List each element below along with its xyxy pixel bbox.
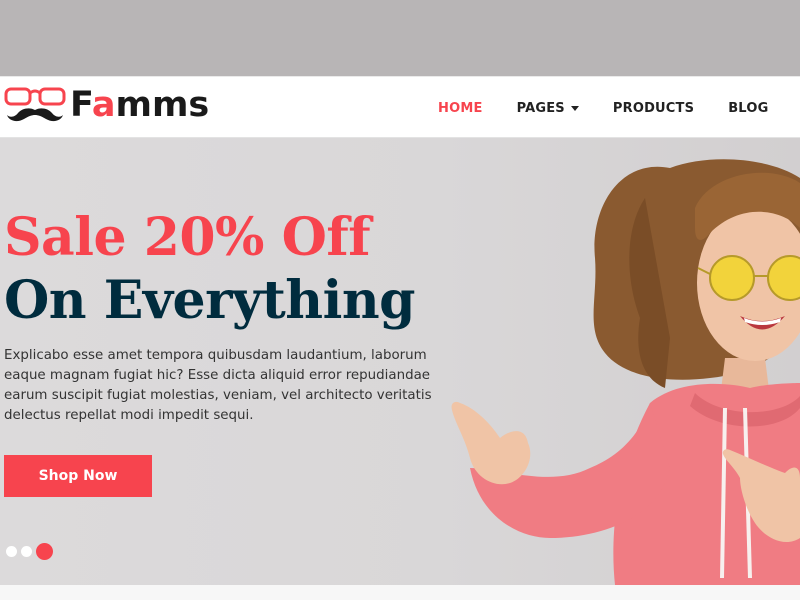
hero-headline-everything: On Everything [4,270,416,331]
nav-pages[interactable]: PAGES [517,101,579,116]
hero-description: Explicabo esse amet tempora quibusdam la… [4,348,432,423]
hero-model-image [451,159,800,585]
brand-name-accent: a [91,84,116,125]
caret-down-icon [570,105,579,111]
navbar: Famms HOME PAGES PRODUCTS BLOG C [0,76,800,138]
brand-name: Famms [70,84,210,125]
slider-dot-3[interactable] [36,543,53,560]
glasses-mustache-icon [4,87,66,122]
page-below-hero [0,585,800,600]
nav-blog[interactable]: BLOG [728,101,768,116]
shop-now-button[interactable]: Shop Now [4,455,152,497]
slider-dot-2[interactable] [21,546,32,557]
hero-headline-sale: Sale 20% Off [4,207,371,268]
nav-pages-label: PAGES [516,100,565,116]
nav-products[interactable]: PRODUCTS [613,101,694,116]
slider-indicators [6,543,57,560]
brand-logo[interactable]: Famms [4,85,209,125]
slider-dot-1[interactable] [6,546,17,557]
main-nav: HOME PAGES PRODUCTS BLOG C [438,77,800,139]
browser-top-area [0,0,800,76]
hero-slider: Sale 20% Off On Everything Explicabo ess… [0,138,800,585]
nav-home[interactable]: HOME [438,101,483,116]
